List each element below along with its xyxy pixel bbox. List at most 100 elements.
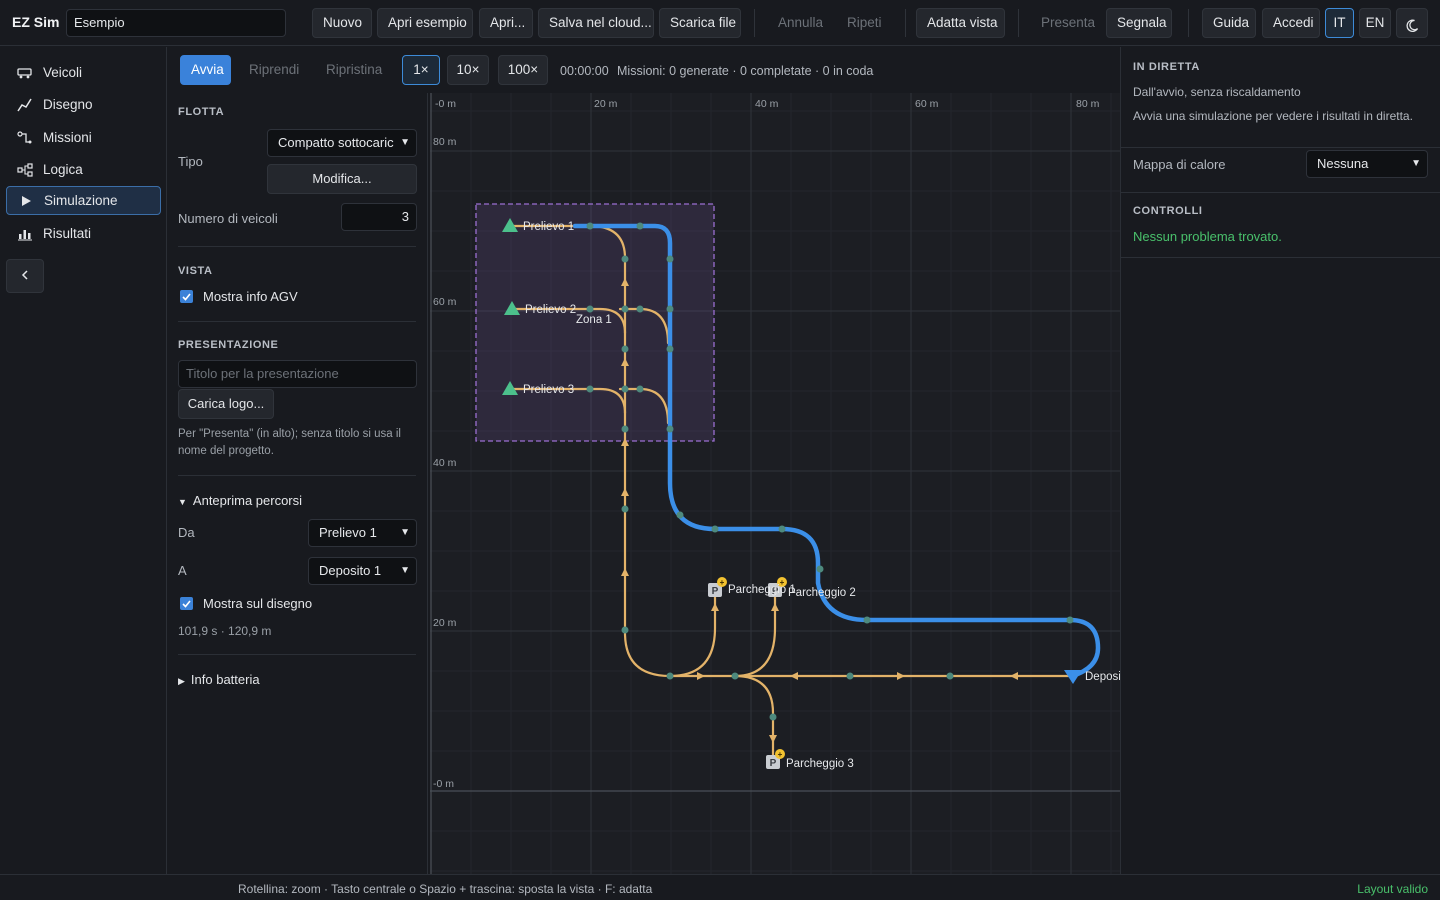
- simulation-toolbar: Avvia Riprendi Ripristina 1× 10× 100× 00…: [168, 47, 1120, 93]
- chevron-down-icon: ▼: [400, 527, 410, 538]
- checkmark-icon: [180, 597, 193, 610]
- show-agv-info-checkbox[interactable]: Mostra info AGV: [180, 289, 298, 304]
- app-brand: EZ Sim: [12, 14, 60, 30]
- show-on-drawing-checkbox[interactable]: Mostra sul disegno: [180, 596, 312, 611]
- nav-item-logic[interactable]: Logica: [6, 155, 161, 184]
- speed-10x-button[interactable]: 10×: [447, 55, 489, 85]
- section-divider: [178, 246, 416, 247]
- parking-label: Parcheggio 2: [788, 587, 856, 599]
- start-simulation-button[interactable]: Avvia: [180, 55, 231, 85]
- open-example-button[interactable]: Apri esempio: [377, 8, 473, 38]
- route-stats: 101,9 s · 120,9 m: [178, 624, 272, 638]
- live-status: Dall'avvio, senza riscaldamento: [1133, 85, 1301, 99]
- vehicle-type-select[interactable]: Compatto sottocaric ▼: [267, 129, 417, 157]
- section-divider: [1121, 147, 1440, 148]
- heatmap-select[interactable]: Nessuna ▼: [1306, 150, 1428, 178]
- upload-logo-button[interactable]: Carica logo...: [178, 389, 274, 419]
- route-to-value: Deposito 1: [319, 563, 382, 578]
- nav-item-label: Risultati: [43, 226, 92, 241]
- missions-summary: Missioni: 0 generate · 0 completate · 0 …: [617, 64, 874, 78]
- edit-vehicle-type-button[interactable]: Modifica...: [267, 164, 417, 194]
- nav-item-simulation[interactable]: Simulazione: [6, 186, 161, 215]
- nav-item-label: Disegno: [43, 97, 93, 112]
- new-button[interactable]: Nuovo: [312, 8, 372, 38]
- x-tick-label: 40 m: [755, 98, 779, 110]
- presentation-title-input[interactable]: Titolo per la presentazione: [178, 360, 417, 388]
- triangle-down-icon: ▼: [178, 497, 187, 507]
- nav-item-vehicles[interactable]: Veicoli: [6, 58, 161, 87]
- checks-section-title: CONTROLLI: [1133, 205, 1203, 217]
- svg-text:P: P: [712, 586, 719, 597]
- section-divider: [178, 654, 416, 655]
- x-tick-label: 60 m: [915, 98, 939, 110]
- collapse-sidebar-button[interactable]: [6, 259, 44, 293]
- svg-text:+: +: [720, 578, 725, 587]
- speed-100x-button[interactable]: 100×: [498, 55, 548, 85]
- pickup-label: Prelievo 1: [523, 221, 574, 233]
- route-from-select[interactable]: Prelievo 1 ▼: [308, 519, 417, 547]
- section-divider: [1121, 257, 1440, 258]
- live-section-title: IN DIRETTA: [1133, 61, 1200, 73]
- battery-info-toggle[interactable]: ▶ Info batteria: [178, 672, 260, 687]
- nav-item-label: Simulazione: [44, 193, 118, 208]
- vehicle-icon: [16, 66, 34, 80]
- triangle-right-icon: ▶: [178, 676, 185, 686]
- toolbar-divider: [1188, 9, 1189, 37]
- speed-1x-button[interactable]: 1×: [402, 55, 440, 85]
- undo-button[interactable]: Annulla: [767, 8, 831, 38]
- redo-button[interactable]: Ripeti: [836, 8, 890, 38]
- nav-item-draw[interactable]: Disegno: [6, 90, 161, 119]
- results-icon: [16, 227, 34, 241]
- live-hint: Avvia una simulazione per vedere i risul…: [1133, 109, 1413, 123]
- vehicle-count-input[interactable]: 3: [341, 203, 417, 231]
- help-button[interactable]: Guida: [1202, 8, 1256, 38]
- toolbar-divider: [905, 9, 906, 37]
- checkmark-icon: [180, 290, 193, 303]
- nav-item-results[interactable]: Risultati: [6, 219, 161, 248]
- y-tick-label: 60 m: [433, 296, 457, 308]
- results-panel: IN DIRETTA Dall'avvio, senza riscaldamen…: [1120, 47, 1440, 874]
- x-tick-label: 80 m: [1076, 98, 1100, 110]
- top-toolbar: EZ Sim Esempio Nuovo Apri esempio Apri..…: [0, 0, 1440, 46]
- y-tick-label: 20 m: [433, 617, 457, 629]
- play-icon: [17, 194, 35, 208]
- save-cloud-button[interactable]: Salva nel cloud...: [538, 8, 654, 38]
- to-label: A: [178, 563, 187, 578]
- x-tick-label: -0 m: [435, 98, 456, 110]
- layout-drawing[interactable]: P + P + P + Prelievo 1 Prelievo 2 Prelie…: [430, 93, 1120, 874]
- heatmap-label: Mappa di calore: [1133, 157, 1226, 172]
- simulation-settings-panel: FLOTTA Tipo Compatto sottocaric ▼ Modifi…: [168, 93, 428, 874]
- open-button[interactable]: Apri...: [479, 8, 533, 38]
- nav-item-label: Veicoli: [43, 65, 83, 80]
- parking-label: Parcheggio 3: [786, 758, 854, 770]
- project-name-input[interactable]: Esempio: [66, 9, 286, 37]
- status-bar: Rotellina: zoom · Tasto centrale o Spazi…: [0, 874, 1440, 900]
- report-button[interactable]: Segnala: [1106, 8, 1172, 38]
- simulation-clock: 00:00:00: [560, 64, 609, 78]
- login-button[interactable]: Accedi: [1262, 8, 1320, 38]
- theme-toggle-button[interactable]: [1396, 8, 1428, 38]
- chevron-left-icon: [20, 269, 30, 284]
- type-label: Tipo: [178, 154, 203, 169]
- route-preview-toggle[interactable]: ▼ Anteprima percorsi: [178, 493, 302, 508]
- layout-canvas[interactable]: P + P + P + Prelievo 1 Prelievo 2 Prelie…: [430, 93, 1120, 874]
- resume-button[interactable]: Riprendi: [238, 55, 308, 85]
- section-divider: [178, 475, 416, 476]
- battery-info-label: Info batteria: [190, 672, 260, 687]
- moon-icon: [1405, 15, 1419, 43]
- parking-label: Parcheggio 1: [728, 584, 796, 596]
- nav-item-missions[interactable]: Missioni: [6, 123, 161, 152]
- fit-view-button[interactable]: Adatta vista: [916, 8, 1005, 38]
- route-to-select[interactable]: Deposito 1 ▼: [308, 557, 417, 585]
- heatmap-value: Nessuna: [1317, 156, 1369, 171]
- layout-valid-indicator: Layout valido: [1357, 882, 1428, 896]
- lang-en-button[interactable]: EN: [1359, 8, 1391, 38]
- lang-it-button[interactable]: IT: [1325, 8, 1354, 38]
- route-from-value: Prelievo 1: [319, 525, 377, 540]
- chevron-down-icon: ▼: [1411, 158, 1421, 169]
- present-button[interactable]: Presenta: [1030, 8, 1102, 38]
- y-tick-label: 40 m: [433, 457, 457, 469]
- toolbar-divider: [754, 9, 755, 37]
- reset-button[interactable]: Ripristina: [315, 55, 389, 85]
- download-button[interactable]: Scarica file: [659, 8, 741, 38]
